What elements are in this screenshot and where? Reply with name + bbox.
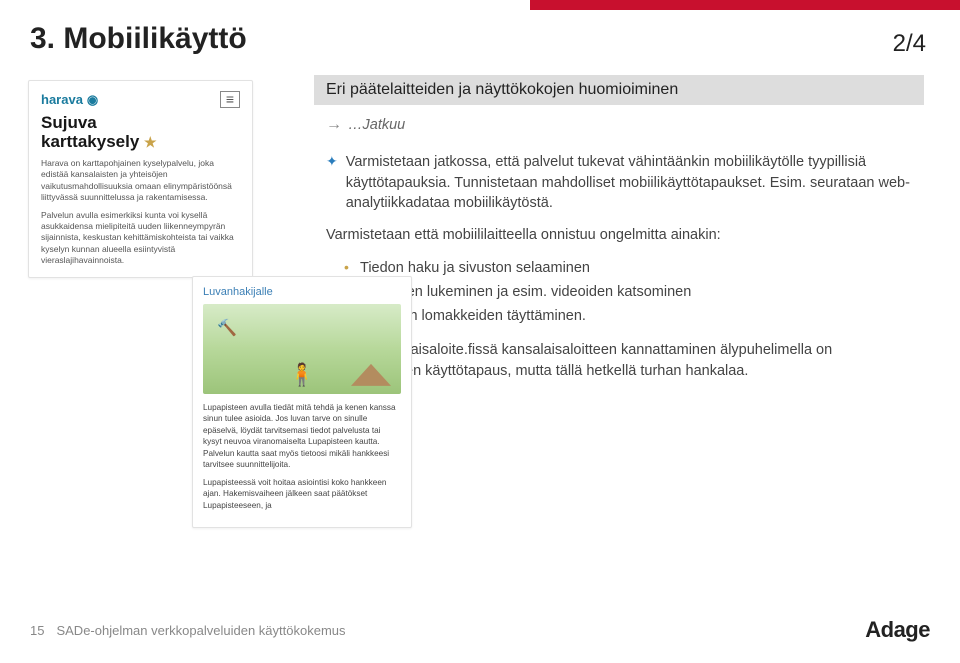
mock-mid-text: Lupapisteen avulla tiedät mitä tehdä ja … [203, 402, 401, 511]
mock-mid-image: 🔨 🧍 [203, 304, 401, 394]
continues-intro-text: …Jatkuu [348, 115, 405, 135]
menu-icon: ≡ [220, 91, 240, 108]
roof-shape [351, 364, 391, 386]
bullet-list: Tiedon haku ja sivuston selaaminen Sisäl… [344, 258, 926, 327]
continues-intro: → …Jatkuu [326, 114, 926, 136]
mock-card-body: Harava on karttapohjainen kyselypalvelu,… [41, 158, 240, 204]
arrow-right-icon: → [326, 114, 342, 136]
mock-card-body2: Palvelun avulla esimerkiksi kunta voi ky… [41, 210, 240, 267]
page-counter: 2/4 [893, 30, 926, 58]
page-title: 3. Mobiilikäyttö [30, 22, 247, 56]
harava-brand-text: harava [41, 91, 83, 109]
list-item: Sisältöjen lukeminen ja esim. videoiden … [344, 282, 926, 302]
list-item: Tiedon haku ja sivuston selaaminen [344, 258, 926, 278]
subtitle-bar: Eri päätelaitteiden ja näyttökokojen huo… [314, 75, 924, 105]
footer: 15 SADe-ohjelman verkkopalveluiden käytt… [30, 617, 930, 643]
footer-left: 15 SADe-ohjelman verkkopalveluiden käytt… [30, 623, 346, 638]
wifi-icon: ◉ [87, 91, 98, 109]
paragraph-example: Esim. Kansalaisaloite.fissä kansalaisalo… [326, 340, 926, 381]
continues-outro: → Jatkuu… [326, 393, 926, 415]
subtitle-text: Eri päätelaitteiden ja näyttökokojen huo… [326, 81, 678, 99]
star-icon: ✦ [326, 152, 338, 213]
accent-bar [530, 0, 960, 10]
mock-title-line2: karttakysely [41, 132, 139, 151]
paragraph-intro-list: Varmistetaan että mobiililaitteella onni… [326, 225, 926, 245]
person-icon: 🧍 [288, 360, 315, 390]
mock-card-harava: harava ◉ ≡ Sujuva karttakysely ★ Harava … [28, 80, 253, 278]
mock-mid-label: Luvanhakijalle [203, 285, 401, 300]
adage-logo: Adage [865, 617, 930, 643]
star-paragraph-text: Varmistetaan jatkossa, että palvelut tuk… [346, 152, 926, 213]
harava-logo: harava ◉ [41, 91, 98, 109]
mock-mid-p2: Lupapisteessä voit hoitaa asiointisi kok… [203, 477, 401, 511]
footer-page-number: 15 [30, 623, 44, 638]
mock-card-lupapiste: Luvanhakijalle 🔨 🧍 Lupapisteen avulla ti… [192, 276, 412, 528]
screenshot-stack: harava ◉ ≡ Sujuva karttakysely ★ Harava … [28, 80, 308, 278]
footer-doc-title: SADe-ohjelman verkkopalveluiden käyttöko… [56, 623, 345, 638]
mock-card-header: harava ◉ ≡ [41, 91, 240, 109]
mock-mid-p1: Lupapisteen avulla tiedät mitä tehdä ja … [203, 402, 401, 471]
mock-title-line1: Sujuva [41, 113, 97, 132]
hammer-icon: 🔨 [217, 318, 237, 340]
star-paragraph: ✦ Varmistetaan jatkossa, että palvelut t… [326, 152, 926, 213]
list-item: Lyhyiden lomakkeiden täyttäminen. [344, 306, 926, 326]
main-content: → …Jatkuu ✦ Varmistetaan jatkossa, että … [326, 114, 926, 431]
mock-card-title: Sujuva karttakysely ★ [41, 113, 240, 152]
star-icon: ★ [144, 134, 157, 150]
